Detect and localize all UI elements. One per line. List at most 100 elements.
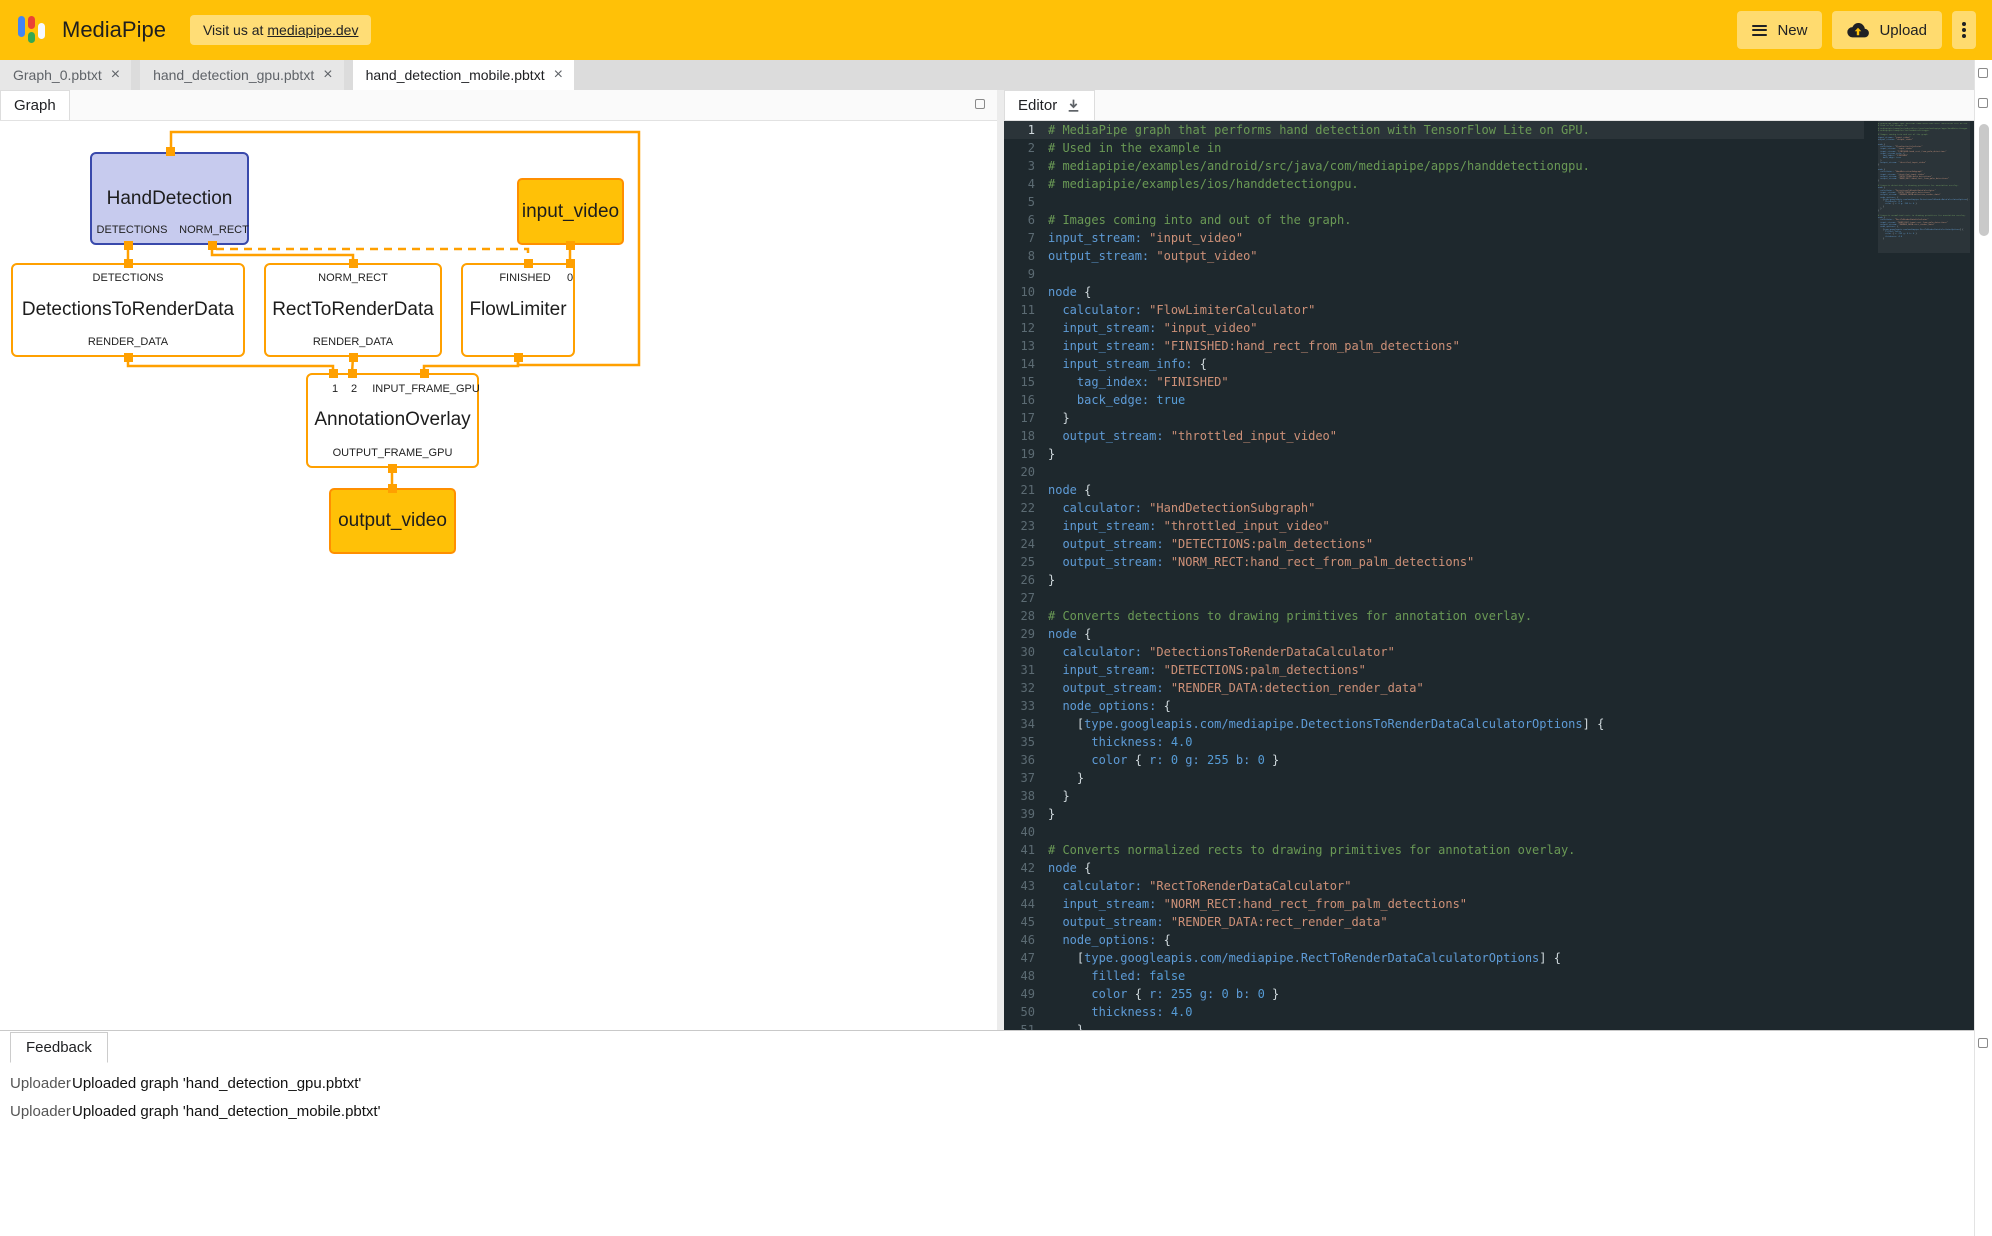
minimap-content[interactable]: # MediaPipe graph that performs hand det…: [1878, 123, 1970, 1023]
graph-panel-header: Graph: [0, 90, 997, 121]
port-label-norm-rect: NORM_RECT: [179, 224, 249, 236]
port-label-1: 1: [332, 383, 338, 395]
panel-divider[interactable]: [997, 90, 1004, 1030]
edge-render-data-1: [128, 357, 333, 373]
node-title: DetectionsToRenderData: [13, 299, 243, 321]
port: [388, 484, 397, 493]
node-input-video[interactable]: input_video: [517, 178, 624, 245]
node-title: output_video: [331, 510, 454, 532]
port: [124, 241, 133, 250]
port: [329, 369, 338, 378]
node-rect-to-render-data[interactable]: NORM_RECT RectToRenderData RENDER_DATA: [264, 263, 442, 357]
port: [208, 241, 217, 250]
tab-graph[interactable]: Graph: [0, 90, 70, 120]
feedback-source: Uploader: [10, 1075, 72, 1092]
file-tab-bar: Graph_0.pbtxt × hand_detection_gpu.pbtxt…: [0, 60, 1992, 90]
mediapipe-logo: [18, 16, 48, 44]
node-title: input_video: [519, 201, 622, 223]
port: [348, 369, 357, 378]
new-button-label: New: [1777, 22, 1807, 39]
code-lines: 1# MediaPipe graph that performs hand de…: [1004, 121, 1864, 1030]
node-title: RectToRenderData: [266, 299, 440, 321]
node-title: HandDetection: [92, 188, 247, 210]
port-label-detections: DETECTIONS: [93, 272, 164, 284]
file-tab-graph0[interactable]: Graph_0.pbtxt ×: [0, 60, 131, 90]
popout-icon[interactable]: [1978, 98, 1988, 108]
file-tab-hand-detection-gpu[interactable]: hand_detection_gpu.pbtxt ×: [140, 60, 343, 90]
port: [524, 259, 533, 268]
port: [124, 259, 133, 268]
edge-throttled-to-overlay: [424, 357, 518, 373]
node-output-video[interactable]: output_video: [329, 488, 456, 554]
port-label-finished: FINISHED: [499, 272, 550, 284]
node-title: FlowLimiter: [463, 299, 573, 321]
port: [420, 369, 429, 378]
feedback-row: Uploader Uploaded graph 'hand_detection_…: [0, 1069, 1992, 1097]
port: [514, 353, 523, 362]
close-icon[interactable]: ×: [554, 67, 563, 83]
more-options-button[interactable]: [1952, 11, 1976, 49]
app-root: MediaPipe Visit us at mediapipe.dev New …: [0, 0, 1992, 1236]
port: [124, 353, 133, 362]
feedback-tab-label: Feedback: [26, 1039, 92, 1056]
graph-canvas[interactable]: HandDetection DETECTIONS NORM_RECT input…: [0, 121, 997, 1030]
minimap-slider[interactable]: [1878, 121, 1970, 253]
port-label-input-frame-gpu: INPUT_FRAME_GPU: [372, 383, 480, 395]
visit-chip: Visit us at mediapipe.dev: [190, 15, 372, 45]
port-label-0: 0: [567, 272, 573, 284]
download-icon[interactable]: [1066, 98, 1081, 113]
port: [166, 147, 175, 156]
upload-button-label: Upload: [1879, 22, 1927, 39]
feedback-source: Uploader: [10, 1103, 72, 1120]
popout-icon[interactable]: [1978, 1038, 1988, 1048]
close-icon[interactable]: ×: [323, 67, 332, 83]
feedback-message: Uploaded graph 'hand_detection_gpu.pbtxt…: [72, 1075, 361, 1092]
right-rail: [1974, 60, 1992, 1236]
file-tab-label: hand_detection_mobile.pbtxt: [366, 67, 545, 83]
upload-button[interactable]: Upload: [1832, 11, 1942, 49]
restore-layout-icon[interactable]: [1978, 68, 1988, 78]
file-tab-label: hand_detection_gpu.pbtxt: [153, 67, 314, 83]
port-label-norm-rect: NORM_RECT: [318, 272, 388, 284]
port-label-output-frame-gpu: OUTPUT_FRAME_GPU: [333, 447, 453, 459]
editor-panel: Editor 1# MediaPipe graph that performs …: [1004, 90, 1974, 1030]
feedback-message: Uploaded graph 'hand_detection_mobile.pb…: [72, 1103, 380, 1120]
code-editor[interactable]: 1# MediaPipe graph that performs hand de…: [1004, 121, 1974, 1030]
kebab-icon: [1962, 20, 1966, 40]
port: [566, 241, 575, 250]
node-hand-detection[interactable]: HandDetection DETECTIONS NORM_RECT: [90, 152, 249, 245]
port: [566, 259, 575, 268]
cloud-upload-icon: [1847, 23, 1869, 38]
tab-feedback[interactable]: Feedback: [10, 1032, 108, 1063]
port-label-render-data: RENDER_DATA: [313, 336, 393, 348]
graph-panel: Graph HandDetection: [0, 90, 997, 1030]
close-icon[interactable]: ×: [111, 67, 120, 83]
editor-scrollbar-thumb[interactable]: [1979, 124, 1989, 236]
menu-icon: [1752, 22, 1767, 38]
popout-icon[interactable]: [975, 99, 985, 109]
feedback-panel: Feedback Uploader Uploaded graph 'hand_d…: [0, 1030, 1992, 1236]
node-title: AnnotationOverlay: [308, 409, 477, 431]
graph-tab-label: Graph: [14, 97, 56, 114]
port: [388, 464, 397, 473]
feedback-entries: Uploader Uploaded graph 'hand_detection_…: [0, 1069, 1992, 1125]
tab-editor[interactable]: Editor: [1004, 90, 1095, 120]
header-actions: New Upload: [1737, 11, 1976, 49]
new-button[interactable]: New: [1737, 11, 1822, 49]
port-label-render-data: RENDER_DATA: [88, 336, 168, 348]
port-label-2: 2: [351, 383, 357, 395]
visit-text: Visit us at: [203, 22, 263, 38]
editor-panel-header: Editor: [1004, 90, 1974, 121]
visit-link[interactable]: mediapipe.dev: [267, 22, 358, 38]
edge-norm-rect: [212, 245, 353, 263]
node-detections-to-render-data[interactable]: DETECTIONS DetectionsToRenderData RENDER…: [11, 263, 245, 357]
file-tab-hand-detection-mobile[interactable]: hand_detection_mobile.pbtxt ×: [353, 60, 574, 90]
port-label-detections: DETECTIONS: [97, 224, 168, 236]
file-tab-label: Graph_0.pbtxt: [13, 67, 102, 83]
feedback-row: Uploader Uploaded graph 'hand_detection_…: [0, 1097, 1992, 1125]
node-annotation-overlay[interactable]: 1 2 INPUT_FRAME_GPU AnnotationOverlay OU…: [306, 373, 479, 468]
app-header: MediaPipe Visit us at mediapipe.dev New …: [0, 0, 1992, 60]
app-title: MediaPipe: [62, 17, 166, 43]
port: [349, 353, 358, 362]
node-flow-limiter[interactable]: FINISHED 0 FlowLimiter: [461, 263, 575, 357]
